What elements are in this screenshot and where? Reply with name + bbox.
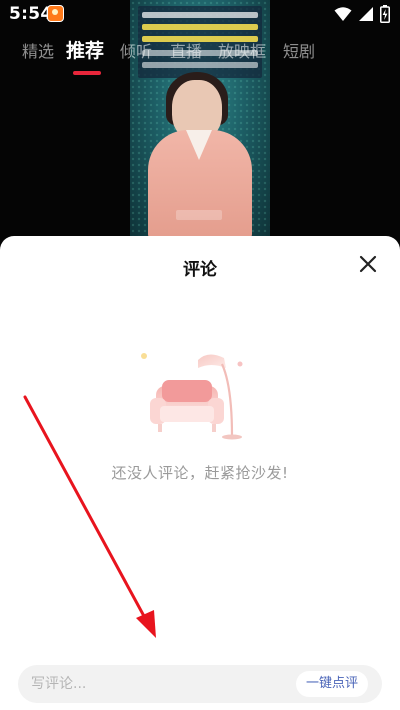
- empty-comments-message: 还没人评论，赶紧抢沙发!: [111, 464, 289, 482]
- tab-tuijian[interactable]: 推荐: [66, 36, 104, 63]
- tab-qingting[interactable]: 倾听: [120, 38, 152, 62]
- quick-comment-button[interactable]: 一键点评: [295, 671, 368, 697]
- top-tabs: 精选 推荐 倾听 直播 放映框 短剧: [0, 38, 400, 78]
- tab-jingxuan[interactable]: 精选: [22, 38, 54, 62]
- cellular-signal-icon: [359, 7, 373, 21]
- empty-sofa-illustration: [141, 353, 243, 440]
- app-notification-icon: [47, 5, 64, 22]
- comment-input-bar: 一键点评: [18, 665, 382, 703]
- close-button[interactable]: [356, 252, 380, 276]
- comment-input[interactable]: [31, 665, 281, 703]
- comment-sheet: 评论 还没人评论，赶紧抢沙发! 写评论... 一键点评: [0, 236, 400, 710]
- video-watermark: [176, 210, 222, 220]
- tab-fangyingkuang[interactable]: 放映框: [218, 38, 266, 62]
- active-tab-indicator: [73, 71, 101, 75]
- wifi-icon: [334, 7, 352, 21]
- status-bar: 5:54: [0, 0, 400, 28]
- close-icon: [359, 255, 377, 273]
- tab-duanju[interactable]: 短剧: [283, 38, 315, 62]
- tab-zhibo[interactable]: 直播: [170, 38, 202, 62]
- sheet-title: 评论: [183, 260, 217, 280]
- status-time: 5:54: [9, 4, 53, 24]
- battery-charging-icon: [380, 5, 390, 23]
